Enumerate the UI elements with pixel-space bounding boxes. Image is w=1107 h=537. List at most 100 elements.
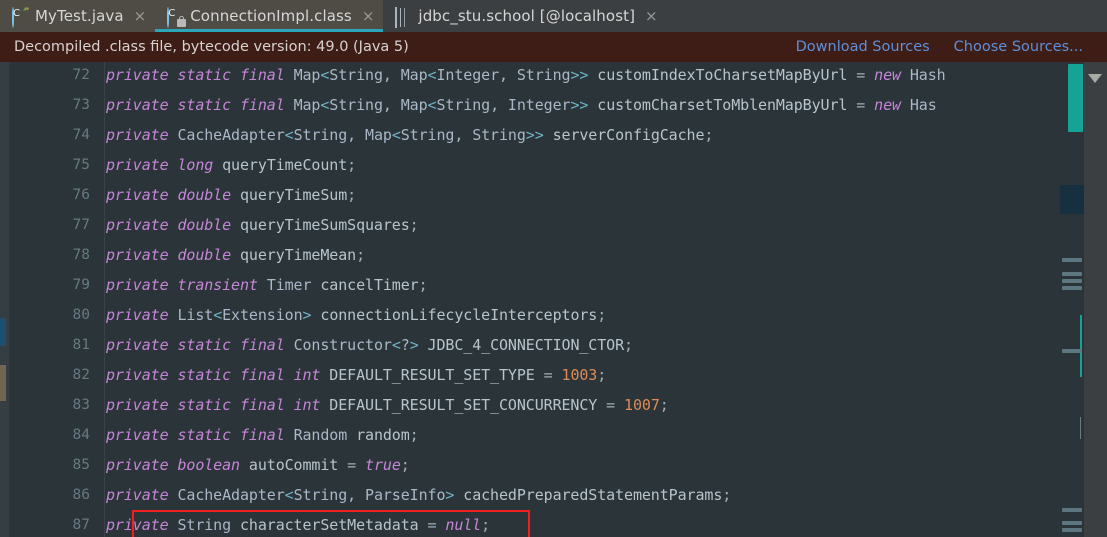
code-token: String,: [329, 96, 401, 114]
code-token: Random: [293, 426, 357, 444]
code-token: CacheAdapter: [177, 126, 285, 144]
code-token: ;: [347, 156, 357, 174]
line-number-gutter: 72 73 74 75 76 77 78 79 80 81 82 83 84 85 86 87: [9, 62, 105, 537]
code-token: static: [177, 66, 240, 84]
code-token: private: [106, 66, 178, 84]
line-number: 73: [72, 97, 90, 113]
code-token: DEFAULT_RESULT_SET_TYPE: [329, 366, 544, 384]
tab-label: jdbc_stu.school [@localhost]: [418, 7, 636, 25]
line-number: 79: [72, 277, 90, 293]
code-line[interactable]: private List<Extension> connectionLifecy…: [106, 306, 606, 324]
occurrence-marker[interactable]: [1062, 508, 1082, 512]
code-line[interactable]: private static final int DEFAULT_RESULT_…: [106, 366, 606, 384]
code-line[interactable]: private boolean autoCommit = true;: [106, 456, 410, 474]
choose-sources-link[interactable]: Choose Sources...: [954, 39, 1083, 55]
code-token: double: [177, 216, 240, 234]
code-token: ;: [704, 126, 714, 144]
code-token: private: [106, 516, 178, 534]
code-line[interactable]: private CacheAdapter<String, Map<String,…: [106, 126, 713, 144]
database-table-icon: [395, 6, 412, 28]
code-token: private: [106, 96, 178, 114]
line-number: 81: [72, 337, 90, 353]
occurrence-marker[interactable]: [1062, 521, 1082, 525]
code-token: int: [293, 366, 330, 384]
code-token: static: [177, 396, 240, 414]
code-token: 1007: [624, 396, 660, 414]
code-token: private: [106, 306, 178, 324]
code-token: List: [177, 306, 214, 324]
code-content[interactable]: private static final Map<String, Map<Int…: [106, 62, 1061, 537]
code-token: private: [106, 396, 178, 414]
code-token: ?: [400, 336, 410, 354]
code-token: <: [284, 486, 294, 504]
code-token: String, Integer: [436, 96, 571, 114]
minor-marker: [1079, 417, 1081, 439]
occurrence-marker[interactable]: [1062, 349, 1082, 353]
code-token: Map: [400, 66, 428, 84]
occurrence-marker[interactable]: [1062, 272, 1082, 276]
download-sources-link[interactable]: Download Sources: [796, 39, 930, 55]
vertical-scrollbar-thumb[interactable]: [1068, 64, 1083, 132]
code-token: random: [356, 426, 410, 444]
code-token: ;: [597, 306, 607, 324]
line-number: 78: [72, 247, 90, 263]
line-number: 87: [72, 517, 90, 533]
code-line[interactable]: private static final int DEFAULT_RESULT_…: [106, 396, 669, 414]
code-line[interactable]: private static final Map<String, Map<Str…: [106, 96, 937, 114]
code-token: CacheAdapter: [177, 486, 285, 504]
line-number: 80: [72, 307, 90, 323]
code-token: private: [106, 366, 178, 384]
occurrence-marker[interactable]: [1062, 258, 1082, 262]
editor-marker-column[interactable]: [1060, 62, 1084, 537]
code-line[interactable]: private static final Random random;: [106, 426, 419, 444]
code-line[interactable]: private static final Constructor<?> JDBC…: [106, 336, 633, 354]
code-line[interactable]: private CacheAdapter<String, ParseInfo> …: [106, 486, 731, 504]
code-token: final: [239, 66, 294, 84]
code-line[interactable]: private double queryTimeSumSquares;: [106, 216, 419, 234]
occurrence-marker[interactable]: [1062, 286, 1082, 290]
collapse-arrow-icon[interactable]: [1088, 74, 1102, 83]
code-token: Extension: [222, 306, 303, 324]
code-token: <: [391, 336, 401, 354]
code-token: final: [239, 336, 294, 354]
selection-marker: [1060, 185, 1084, 214]
code-token: long: [177, 156, 223, 174]
tab-close-icon[interactable]: ×: [362, 8, 375, 24]
occurrence-marker[interactable]: [1062, 528, 1082, 532]
tab-connectionimpl-class[interactable]: ConnectionImpl.class ×: [155, 0, 384, 32]
code-token: DEFAULT_RESULT_SET_CONCURRENCY: [329, 396, 607, 414]
code-token: ;: [400, 456, 410, 474]
changed-lines-marker-blue: [0, 318, 6, 346]
code-token: private: [106, 246, 178, 264]
code-line[interactable]: private double queryTimeMean;: [106, 246, 365, 264]
code-token: ;: [347, 186, 357, 204]
occurrence-marker[interactable]: [1062, 279, 1082, 283]
line-number: 75: [72, 157, 90, 173]
tab-mytest-java[interactable]: MyTest.java ×: [0, 0, 156, 32]
code-token: String,: [329, 66, 401, 84]
tab-jdbc-stu-school[interactable]: jdbc_stu.school [@localhost] ×: [383, 0, 667, 32]
code-token: queryTimeCount: [222, 156, 348, 174]
code-line[interactable]: private String characterSetMetadata = nu…: [106, 516, 490, 534]
code-token: =: [856, 96, 875, 114]
code-token: String, ParseInfo: [293, 486, 446, 504]
tab-close-icon[interactable]: ×: [134, 8, 147, 24]
code-token: serverConfigCache: [543, 126, 705, 144]
code-token: >>: [525, 126, 544, 144]
tab-label: ConnectionImpl.class: [190, 7, 352, 25]
code-token: <: [320, 66, 330, 84]
code-line[interactable]: private static final Map<String, Map<Int…: [106, 66, 946, 84]
code-line[interactable]: private transient Timer cancelTimer;: [106, 276, 428, 294]
idea-editor-window: MyTest.java × ConnectionImpl.class × jdb…: [0, 0, 1107, 537]
code-line[interactable]: private double queryTimeSum;: [106, 186, 356, 204]
code-token: final: [239, 426, 294, 444]
code-token: double: [177, 186, 240, 204]
line-number: 83: [72, 397, 90, 413]
code-token: JDBC_4_CONNECTION_CTOR: [418, 336, 625, 354]
tab-close-icon[interactable]: ×: [645, 8, 658, 24]
code-editor[interactable]: 72 73 74 75 76 77 78 79 80 81 82 83 84 85 86 87 private…: [0, 62, 1107, 537]
code-token: ;: [481, 516, 491, 534]
code-line[interactable]: private long queryTimeCount;: [106, 156, 356, 174]
code-token: double: [177, 246, 240, 264]
code-token: <: [284, 126, 294, 144]
